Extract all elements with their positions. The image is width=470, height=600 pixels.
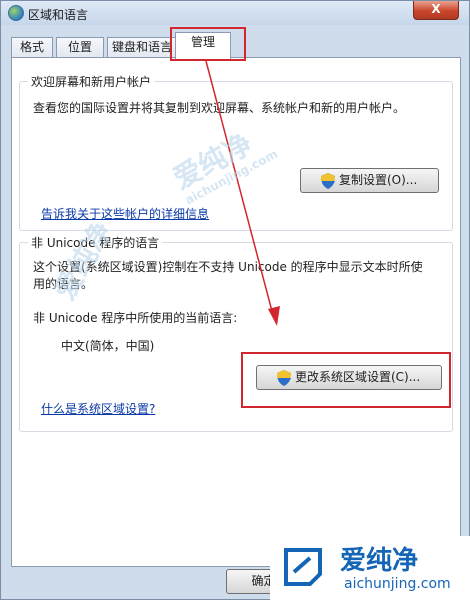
change-system-locale-button[interactable]: 更改系统区域设置(C)... [256, 365, 442, 390]
welcome-description: 查看您的国际设置并将其复制到欢迎屏幕、系统帐户和新的用户帐户。 [33, 101, 406, 115]
copy-settings-button[interactable]: 复制设置(O)... [300, 168, 439, 193]
tab-keyboard-language[interactable]: 键盘和语言 [107, 37, 177, 57]
tab-location[interactable]: 位置 [56, 37, 104, 57]
copy-settings-label: 复制设置(O)... [339, 173, 418, 187]
tab-format[interactable]: 格式 [11, 37, 53, 57]
tab-administrative[interactable]: 管理 [175, 32, 231, 59]
globe-icon [8, 5, 24, 21]
change-system-locale-label: 更改系统区域设置(C)... [295, 370, 421, 384]
accounts-details-link[interactable]: 告诉我关于这些帐户的详细信息 [41, 206, 209, 223]
title-bar[interactable]: 区域和语言 X [1, 1, 469, 25]
close-button[interactable]: X [413, 1, 459, 20]
current-language-label: 非 Unicode 程序中所使用的当前语言: [33, 311, 238, 325]
brand-watermark: 爱纯净 aichunjing.com [270, 536, 470, 600]
brand-logo-icon [284, 548, 322, 586]
brand-url: aichunjing.com [344, 576, 451, 592]
uac-shield-icon [277, 370, 291, 386]
current-language-value: 中文(简体，中国) [61, 339, 155, 353]
brand-name: 爱纯净 [340, 546, 419, 576]
uac-shield-icon [321, 173, 335, 189]
window-title: 区域和语言 [28, 8, 89, 22]
what-is-system-locale-link[interactable]: 什么是系统区域设置? [41, 401, 155, 418]
welcome-group-title: 欢迎屏幕和新用户帐户 [28, 73, 155, 90]
